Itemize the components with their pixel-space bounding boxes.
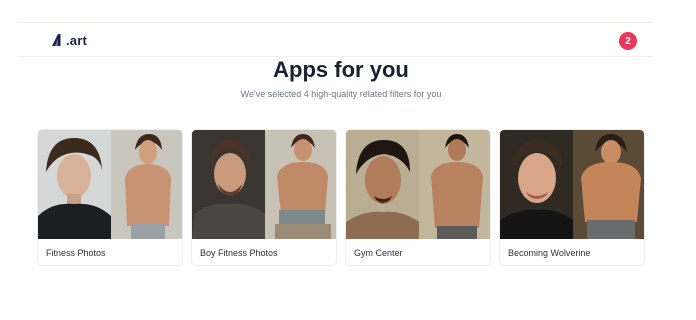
app-card-fitness-photos[interactable]: Fitness Photos [37,129,183,266]
logo[interactable]: .art [51,32,87,48]
page-title: Apps for you [273,57,409,82]
card-title: Fitness Photos [46,248,106,258]
card-preview [192,130,336,239]
card-title: Gym Center [354,248,403,258]
before-photo [38,130,111,239]
logo-text: .art [66,32,88,48]
card-preview [38,130,182,239]
card-preview [346,130,490,239]
after-photo [111,130,182,239]
card-title: Becoming Wolverine [508,248,591,258]
before-photo [500,130,573,239]
notification-badge[interactable]: 2 [619,32,637,50]
app-header: .art 2 [18,23,652,57]
logo-mark-icon [52,34,61,46]
after-photo [265,130,336,239]
page-subtitle: We've selected 4 high-quality related fi… [240,89,442,99]
card-preview [500,130,644,239]
app-card-boy-fitness-photos[interactable]: Boy Fitness Photos [191,129,337,266]
app-card-gym-center[interactable]: Gym Center [345,129,491,266]
before-photo [192,130,265,239]
before-photo [346,130,419,239]
app-card-list: Fitness Photos Boy Fitness Photos Gym Ce… [37,129,645,266]
after-photo [573,130,644,239]
card-title: Boy Fitness Photos [200,248,278,258]
app-card-becoming-wolverine[interactable]: Becoming Wolverine [499,129,645,266]
after-photo [419,130,490,239]
